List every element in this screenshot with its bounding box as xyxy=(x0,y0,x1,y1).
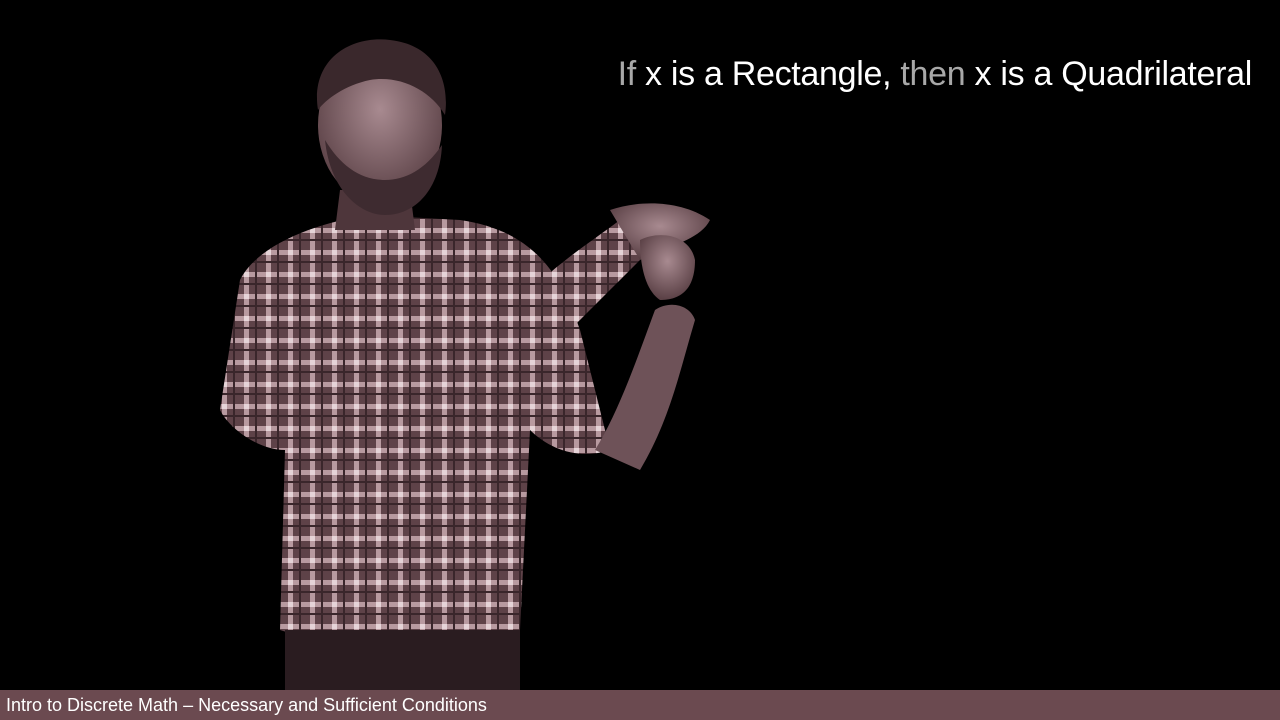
if-keyword: If xyxy=(617,55,637,93)
video-frame: If x is a Rectangle, then x is a Quadril… xyxy=(0,0,1280,720)
presenter-figure xyxy=(220,39,710,690)
slide-headline: If x is a Rectangle, then x is a Quadril… xyxy=(617,55,1253,94)
lecture-caption-bar: Intro to Discrete Math – Necessary and S… xyxy=(0,690,1280,720)
then-keyword: then xyxy=(900,55,966,93)
conclusion-text: x is a Quadrilateral xyxy=(965,55,1253,93)
lecture-title: Intro to Discrete Math – Necessary and S… xyxy=(6,695,487,715)
hypothesis-text: x is a Rectangle, xyxy=(635,55,901,93)
